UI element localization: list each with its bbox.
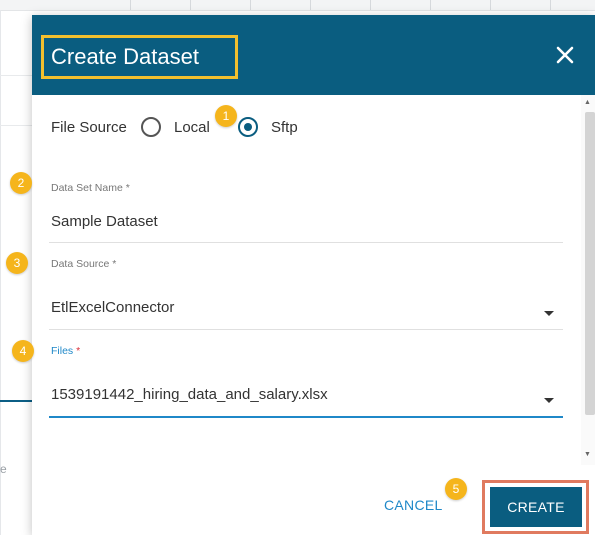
radio-local[interactable] [141, 117, 161, 137]
data-source-chevron-down-icon[interactable] [544, 311, 554, 316]
background-divider [190, 0, 191, 10]
files-chevron-down-icon[interactable] [544, 398, 554, 403]
step-badge: 3 [6, 252, 28, 274]
radio-sftp-label[interactable]: Sftp [271, 119, 298, 136]
background-divider [490, 0, 491, 10]
background-active-line [0, 400, 32, 402]
step-badge: 1 [215, 105, 237, 127]
files-label: Files * [51, 345, 80, 357]
background-toolbar [0, 0, 595, 11]
background-row [0, 125, 32, 126]
cancel-button[interactable]: CANCEL [384, 497, 443, 513]
scroll-up-icon[interactable]: ▲ [584, 99, 591, 106]
background-divider [550, 0, 551, 10]
background-divider [130, 0, 131, 10]
dataset-name-label: Data Set Name * [51, 182, 130, 194]
step-badge: 5 [445, 478, 467, 500]
background-text: e [0, 462, 7, 476]
data-source-underline [49, 329, 563, 330]
radio-local-label[interactable]: Local [174, 119, 210, 136]
data-source-label: Data Source * [51, 258, 117, 270]
background-divider [250, 0, 251, 10]
files-underline [49, 416, 563, 418]
close-icon[interactable] [553, 43, 577, 67]
dataset-name-input[interactable]: Sample Dataset [51, 213, 158, 230]
files-select[interactable]: 1539191442_hiring_data_and_salary.xlsx [51, 386, 328, 403]
scrollbar-thumb[interactable] [585, 112, 595, 415]
background-divider [430, 0, 431, 10]
files-label-text: Files [51, 345, 74, 357]
radio-sftp[interactable] [238, 117, 258, 137]
scroll-down-icon[interactable]: ▼ [584, 451, 591, 458]
create-dataset-dialog: Create Dataset ▲ ▼ File Source Local Sft… [32, 15, 595, 535]
data-source-select[interactable]: EtlExcelConnector [51, 299, 174, 316]
background-divider [0, 10, 1, 535]
background-divider [310, 0, 311, 10]
file-source-label: File Source [51, 119, 127, 136]
step-badge: 2 [10, 172, 32, 194]
create-button[interactable]: CREATE [490, 487, 582, 527]
step-badge: 4 [12, 340, 34, 362]
background-divider [370, 0, 371, 10]
dialog-title: Create Dataset [51, 44, 199, 69]
dialog-header: Create Dataset [32, 15, 595, 95]
dataset-name-underline [49, 242, 563, 243]
background-row [0, 75, 32, 76]
required-mark: * [76, 345, 81, 357]
